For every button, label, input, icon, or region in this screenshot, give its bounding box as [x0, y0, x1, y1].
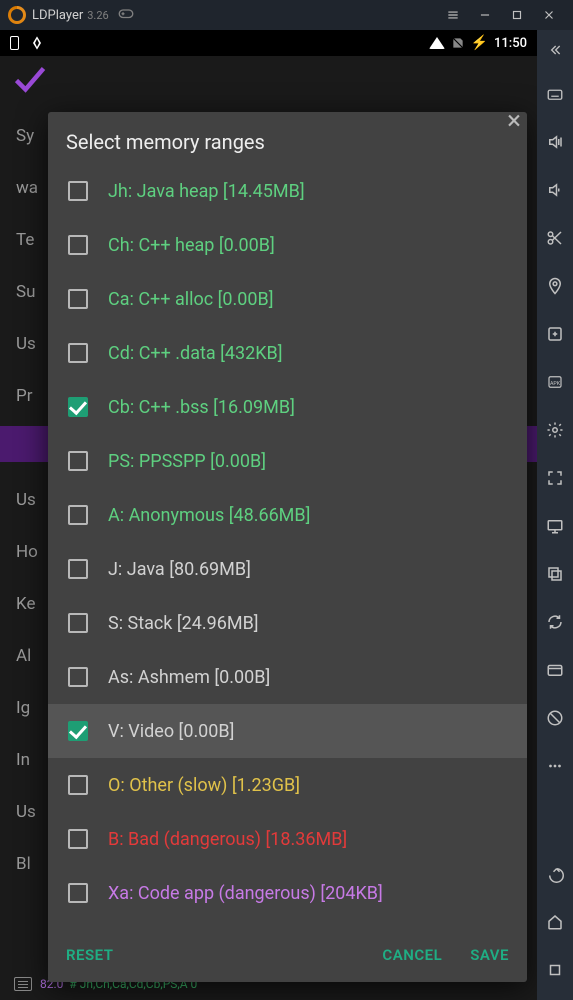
- block-icon[interactable]: [537, 694, 573, 742]
- titlebar: LDPlayer 3.26: [0, 0, 573, 30]
- checkbox[interactable]: [68, 613, 88, 633]
- memory-range-label: J: Java [80.69MB]: [108, 559, 251, 580]
- android-statusbar: ⚡ 11:50: [0, 30, 537, 56]
- checkbox[interactable]: [68, 397, 88, 417]
- dialog-title: Select memory ranges: [48, 112, 527, 164]
- memory-range-label: O: Other (slow) [1.23GB]: [108, 775, 300, 796]
- volume-down-icon[interactable]: [537, 166, 573, 214]
- monitor-icon[interactable]: [537, 502, 573, 550]
- settings-icon[interactable]: [537, 406, 573, 454]
- checkbox[interactable]: [68, 289, 88, 309]
- memory-range-label: A: Anonymous [48.66MB]: [108, 505, 310, 526]
- checkbox[interactable]: [68, 235, 88, 255]
- memory-range-row[interactable]: A: Anonymous [48.66MB]: [48, 488, 527, 542]
- memory-range-row[interactable]: Jh: Java heap [14.45MB]: [48, 164, 527, 218]
- maximize-button[interactable]: [501, 0, 533, 30]
- phone-icon: [10, 36, 19, 50]
- minimize-button[interactable]: [469, 0, 501, 30]
- memory-range-row[interactable]: J: Java [80.69MB]: [48, 542, 527, 596]
- memory-range-label: PS: PPSSPP [0.00B]: [108, 451, 266, 472]
- svg-text:APK: APK: [550, 381, 561, 387]
- more-icon[interactable]: [537, 742, 573, 790]
- memory-range-row[interactable]: Xa: Code app (dangerous) [204KB]: [48, 866, 527, 920]
- checkbox[interactable]: [68, 775, 88, 795]
- checkbox[interactable]: [68, 181, 88, 201]
- memory-range-row[interactable]: O: Other (slow) [1.23GB]: [48, 758, 527, 812]
- reset-button[interactable]: RESET: [66, 946, 113, 964]
- memory-range-label: S: Stack [24.96MB]: [108, 613, 259, 634]
- memory-range-label: Cb: C++ .bss [16.09MB]: [108, 397, 295, 418]
- emulator-screen: ⚡ 11:50 SywaTeSuUsPrUI setUsHoKeAlIgInUs…: [0, 30, 537, 1000]
- screenshot-icon[interactable]: [537, 646, 573, 694]
- back-icon[interactable]: [537, 850, 573, 898]
- clock: 11:50: [494, 36, 527, 51]
- memory-range-row[interactable]: Ca: C++ alloc [0.00B]: [48, 272, 527, 326]
- cancel-button[interactable]: CANCEL: [382, 946, 442, 964]
- memory-range-label: V: Video [0.00B]: [108, 721, 234, 742]
- wifi-icon: [429, 37, 445, 49]
- no-sim-icon: [451, 36, 465, 50]
- rotate-icon[interactable]: [537, 598, 573, 646]
- memory-range-row[interactable]: Cb: C++ .bss [16.09MB]: [48, 380, 527, 434]
- app-indicator-icon: [29, 35, 45, 51]
- checkbox[interactable]: [68, 343, 88, 363]
- collapse-sidebar-button[interactable]: [547, 38, 563, 70]
- memory-range-row[interactable]: As: Ashmem [0.00B]: [48, 650, 527, 704]
- volume-up-icon[interactable]: [537, 118, 573, 166]
- list-icon: [14, 977, 32, 991]
- keyboard-icon[interactable]: [537, 70, 573, 118]
- checkbox[interactable]: [68, 559, 88, 579]
- memory-range-label: B: Bad (dangerous) [18.36MB]: [108, 829, 347, 850]
- memory-range-label: Cd: C++ .data [432KB]: [108, 343, 283, 364]
- scissors-icon[interactable]: [537, 214, 573, 262]
- location-icon[interactable]: [537, 262, 573, 310]
- memory-range-row[interactable]: Ch: C++ heap [0.00B]: [48, 218, 527, 272]
- gamepad-icon: [117, 4, 135, 26]
- dialog-close-icon[interactable]: ×: [499, 106, 529, 136]
- emulator-toolbar: APK: [537, 30, 573, 1000]
- fullscreen-icon[interactable]: [537, 454, 573, 502]
- checkmark-icon: [12, 61, 48, 101]
- memory-range-label: Ca: C++ alloc [0.00B]: [108, 289, 274, 310]
- save-button[interactable]: SAVE: [470, 946, 509, 964]
- app-version: 3.26: [87, 9, 108, 22]
- charging-icon: ⚡: [471, 35, 488, 51]
- memory-range-row[interactable]: Cd: C++ .data [432KB]: [48, 326, 527, 380]
- recents-icon[interactable]: [537, 946, 573, 994]
- memory-ranges-dialog: × Select memory ranges Jh: Java heap [14…: [48, 112, 527, 982]
- memory-ranges-list: Jh: Java heap [14.45MB] Ch: C++ heap [0.0…: [48, 164, 527, 932]
- close-button[interactable]: [533, 0, 565, 30]
- memory-range-row[interactable]: S: Stack [24.96MB]: [48, 596, 527, 650]
- memory-range-label: As: Ashmem [0.00B]: [108, 667, 270, 688]
- ldplayer-logo-icon: [8, 6, 26, 24]
- checkbox[interactable]: [68, 505, 88, 525]
- memory-range-label: Jh: Java heap [14.45MB]: [108, 181, 305, 202]
- checkbox[interactable]: [68, 721, 88, 741]
- apk-icon[interactable]: APK: [537, 358, 573, 406]
- checkbox[interactable]: [68, 883, 88, 903]
- memory-range-row[interactable]: B: Bad (dangerous) [18.36MB]: [48, 812, 527, 866]
- checkbox[interactable]: [68, 829, 88, 849]
- multi-window-icon[interactable]: [537, 550, 573, 598]
- memory-range-row[interactable]: PS: PPSSPP [0.00B]: [48, 434, 527, 488]
- memory-range-label: Xa: Code app (dangerous) [204KB]: [108, 883, 383, 904]
- checkbox[interactable]: [68, 451, 88, 471]
- home-icon[interactable]: [537, 898, 573, 946]
- menu-button[interactable]: [437, 0, 469, 30]
- add-window-icon[interactable]: [537, 310, 573, 358]
- memory-range-label: Ch: C++ heap [0.00B]: [108, 235, 275, 256]
- memory-range-row[interactable]: V: Video [0.00B]: [48, 704, 527, 758]
- app-name: LDPlayer: [32, 8, 83, 23]
- checkbox[interactable]: [68, 667, 88, 687]
